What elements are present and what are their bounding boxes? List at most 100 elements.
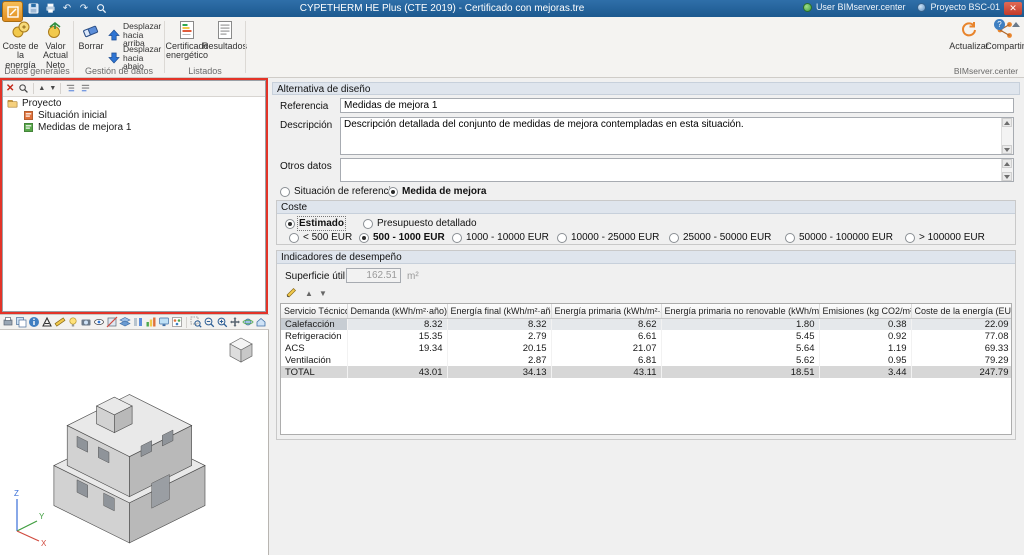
axis-triad: Z Y X — [14, 489, 47, 547]
col-coste: Coste de la energía (EUR / año) — [911, 304, 1011, 319]
col-emisiones: Emisiones (kg CO2/m²·año) — [819, 304, 912, 319]
table-row-acs[interactable]: ACS 19.34 20.15 21.07 5.64 1.19 69.33 — [281, 342, 1011, 354]
toolbar-separator — [60, 83, 62, 94]
bimserver-user-button[interactable]: User BIMserver.center — [802, 2, 905, 12]
otros-datos-input[interactable] — [341, 159, 1001, 181]
undo-icon[interactable]: ↶ — [61, 3, 73, 15]
move-down-icon[interactable]: ▼ — [49, 85, 56, 92]
toolbar-separator — [186, 316, 187, 328]
radio-range-0[interactable]: < 500 EUR — [289, 232, 352, 243]
scroll-down-button[interactable] — [1002, 172, 1012, 181]
radio-circle — [285, 218, 295, 229]
borrar-button[interactable]: Borrar — [76, 19, 106, 64]
delete-item-icon[interactable]: ✕ — [6, 83, 14, 94]
search-icon[interactable] — [18, 83, 29, 94]
section-icon[interactable] — [106, 316, 118, 328]
camera-icon[interactable] — [80, 316, 92, 328]
radio-range-2[interactable]: 1000 - 10000 EUR — [452, 232, 549, 243]
radio-presupuesto-detallado[interactable]: Presupuesto detallado — [363, 218, 477, 229]
3d-viewport[interactable]: Z Y X — [0, 330, 269, 555]
monitor-icon[interactable] — [158, 316, 170, 328]
edit-table-button[interactable] — [284, 286, 298, 300]
scroll-down-button[interactable] — [1002, 145, 1012, 154]
help-icon[interactable]: ? — [994, 19, 1005, 30]
radio-range-1[interactable]: 500 - 1000 EUR — [359, 232, 445, 243]
tree-item-proyecto[interactable]: Proyecto — [3, 97, 265, 109]
visibility-icon[interactable] — [93, 316, 105, 328]
radio-range-3[interactable]: 10000 - 25000 EUR — [557, 232, 659, 243]
app-logo-icon[interactable] — [2, 1, 23, 22]
orientation-cube[interactable] — [226, 335, 256, 365]
close-button[interactable]: ✕ — [1004, 2, 1022, 15]
scroll-up-button[interactable] — [1002, 159, 1012, 168]
zoom-window-icon[interactable] — [190, 316, 202, 328]
resultados-button[interactable]: Resultados — [202, 19, 247, 64]
radio-situacion-referencia[interactable]: Situación de referencia — [280, 186, 396, 197]
radio-label: 50000 - 100000 EUR — [799, 232, 893, 243]
save-icon[interactable] — [27, 3, 39, 15]
radio-range-6[interactable]: > 100000 EUR — [905, 232, 985, 243]
actualizar-button[interactable]: Actualizar — [949, 19, 989, 64]
scroll-up-button[interactable] — [1002, 118, 1012, 127]
col-servicio: Servicio Técnico — [281, 304, 348, 319]
row-up-button[interactable]: ▲ — [305, 289, 313, 298]
measure-icon[interactable] — [54, 316, 66, 328]
home-view-icon[interactable] — [255, 316, 267, 328]
layers-icon[interactable] — [119, 316, 131, 328]
descripcion-input[interactable]: Descripción detallada del conjunto de me… — [341, 118, 1001, 154]
referencia-input[interactable] — [340, 98, 1014, 113]
light-icon[interactable] — [67, 316, 79, 328]
table-row-refrigeracion[interactable]: Refrigeración 15.35 2.79 6.61 5.45 0.92 77.08 — [281, 330, 1011, 342]
coste-header: Coste — [277, 201, 1015, 214]
tree-item-situacion-inicial[interactable]: Situación inicial — [3, 109, 265, 121]
collapse-tree-icon[interactable] — [80, 83, 91, 94]
zoom-extents-icon[interactable] — [203, 316, 215, 328]
col-energia-no-renovable: Energía primaria no renovable (kWh/m²·añ… — [661, 304, 820, 319]
group-bimserver-label: BIMserver.center — [953, 66, 1019, 76]
label-icon[interactable] — [41, 316, 53, 328]
superficie-util-input — [346, 268, 401, 283]
zoom-in-icon[interactable] — [216, 316, 228, 328]
valor-actual-neto-button[interactable]: Valor Actual Neto — [39, 19, 72, 70]
performance-table: Servicio Técnico Demanda (kWh/m²·año) En… — [280, 303, 1012, 435]
otros-datos-field — [340, 158, 1014, 182]
bimserver-project-button[interactable]: Proyecto BSC-01 — [917, 2, 1000, 12]
radio-medida-mejora[interactable]: Medida de mejora — [388, 186, 486, 197]
tree-item-medidas-mejora[interactable]: Medidas de mejora 1 — [3, 121, 265, 133]
collapse-ribbon-icon[interactable] — [1012, 22, 1020, 27]
col-energia-primaria: Energía primaria (kWh/m²·año) — [551, 304, 662, 319]
orbit-icon[interactable] — [242, 316, 254, 328]
tree-item-label: Medidas de mejora 1 — [38, 121, 132, 133]
design-alternative-panel: Alternativa de diseño Referencia Descrip… — [270, 80, 1022, 553]
radio-circle — [557, 232, 567, 243]
radio-estimado[interactable]: Estimado — [285, 216, 347, 231]
radio-range-4[interactable]: 25000 - 50000 EUR — [669, 232, 771, 243]
texture-icon[interactable] — [171, 316, 183, 328]
print-icon[interactable] — [44, 3, 56, 15]
table-row-total[interactable]: TOTAL 43.01 34.13 43.11 18.51 3.44 247.79 — [281, 366, 1011, 378]
resultados-label: Resultados — [201, 41, 248, 51]
move-up-icon[interactable]: ▲ — [38, 85, 45, 92]
copy-image-icon[interactable] — [15, 316, 27, 328]
coste-energia-button[interactable]: Coste de la energía — [2, 19, 39, 70]
columns-icon[interactable] — [132, 316, 144, 328]
redo-icon[interactable]: ↷ — [78, 3, 90, 15]
zoom-icon[interactable] — [95, 3, 107, 15]
cell: 1.19 — [819, 342, 912, 354]
cell: 77.08 — [911, 330, 1011, 342]
chart-icon[interactable] — [145, 316, 157, 328]
row-down-button[interactable]: ▼ — [319, 289, 327, 298]
cell: 5.62 — [661, 354, 820, 366]
radio-range-5[interactable]: 50000 - 100000 EUR — [785, 232, 893, 243]
table-row-ventilacion[interactable]: Ventilación 2.87 6.81 5.62 0.95 79.29 — [281, 354, 1011, 366]
table-row-calefaccion[interactable]: Calefacción 8.32 8.32 8.62 1.80 0.38 22.09 — [281, 318, 1011, 330]
coin-chart-icon — [46, 19, 66, 42]
expand-tree-icon[interactable] — [65, 83, 76, 94]
viewport-toolbar — [0, 314, 269, 330]
ribbon-separator — [245, 21, 246, 73]
cell: 5.64 — [661, 342, 820, 354]
pan-icon[interactable] — [229, 316, 241, 328]
info-icon[interactable] — [28, 316, 40, 328]
radio-circle — [280, 186, 290, 197]
print-view-icon[interactable] — [2, 316, 14, 328]
